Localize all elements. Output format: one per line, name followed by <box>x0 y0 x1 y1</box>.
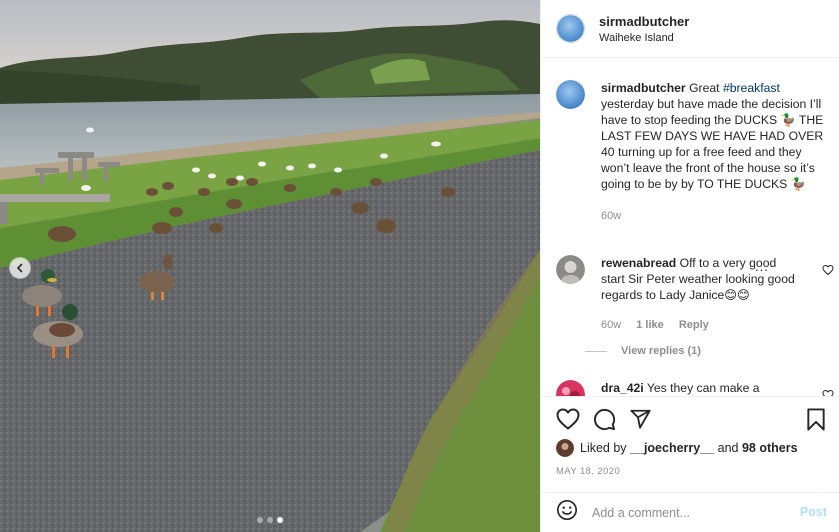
post-side-panel: sirmadbutcher Waiheke Island sirmadbutch… <box>540 0 839 532</box>
likes-others[interactable]: 98 others <box>742 441 798 455</box>
liker-avatar[interactable] <box>556 439 574 457</box>
carousel-dot <box>277 517 283 523</box>
comment-username[interactable]: dra_42i <box>601 381 644 395</box>
chevron-left-icon <box>17 263 23 273</box>
comment-input[interactable] <box>592 505 772 520</box>
comment-username[interactable]: rewenabread <box>601 256 676 270</box>
caption: sirmadbutcher Great #breakfast yesterday… <box>556 80 834 224</box>
caption-avatar[interactable] <box>556 80 585 109</box>
caption-age[interactable]: 60w <box>601 210 621 222</box>
author-username[interactable]: sirmadbutcher <box>599 14 689 29</box>
comments-list[interactable]: sirmadbutcher Great #breakfast yesterday… <box>541 59 839 396</box>
post-comment-button[interactable]: Post <box>800 505 827 519</box>
carousel-previous-button[interactable] <box>9 257 31 279</box>
add-comment-bar: Post <box>541 492 839 532</box>
comment-like-icon[interactable] <box>822 263 834 281</box>
view-replies[interactable]: View replies (1) <box>585 345 701 357</box>
likes-middle: and <box>717 441 739 455</box>
comment-avatar[interactable] <box>556 255 585 284</box>
reply-button[interactable]: Reply <box>679 319 709 331</box>
comment-item: rewenabread Off to a very good start Sir… <box>556 255 834 333</box>
caption-username[interactable]: sirmadbutcher <box>601 81 686 95</box>
comment-age[interactable]: 60w <box>601 319 621 331</box>
replies-divider <box>585 350 607 352</box>
liker-username[interactable]: __joecherry__ <box>630 441 714 455</box>
likes-summary: Liked by __joecherry__ and 98 others <box>556 439 798 457</box>
post-header: sirmadbutcher Waiheke Island <box>541 0 839 58</box>
carousel-dot <box>257 517 263 523</box>
comment-like-icon[interactable] <box>822 388 834 396</box>
emoji-icon[interactable] <box>556 499 578 526</box>
heart-icon[interactable] <box>555 406 581 432</box>
comment-text: Yes they can make a <box>646 381 760 395</box>
author-avatar[interactable] <box>556 14 585 43</box>
carousel-indicator <box>0 517 540 523</box>
post-actions: Liked by __joecherry__ and 98 others MAY… <box>541 396 839 492</box>
post-photo[interactable] <box>0 0 540 532</box>
comment-avatar[interactable] <box>556 380 585 396</box>
ducks-photo <box>0 0 540 532</box>
caption-hashtag-link[interactable]: #breakfast <box>723 81 780 95</box>
carousel-dot <box>267 517 273 523</box>
instagram-post: sirmadbutcher Waiheke Island sirmadbutch… <box>0 0 839 532</box>
bookmark-icon[interactable] <box>803 406 829 432</box>
post-date[interactable]: MAY 18, 2020 <box>556 466 620 477</box>
likes-prefix: Liked by <box>580 441 627 455</box>
post-location[interactable]: Waiheke Island <box>599 32 689 44</box>
caption-text: yesterday but have made the decision I’l… <box>601 97 824 191</box>
caption-text-pre: Great <box>689 81 723 95</box>
paper-plane-icon[interactable] <box>627 406 653 432</box>
comment-likes[interactable]: 1 like <box>636 319 664 331</box>
comment-bubble-icon[interactable] <box>591 406 617 432</box>
more-options-icon[interactable]: ... <box>755 259 769 274</box>
view-replies-label[interactable]: View replies (1) <box>621 345 701 357</box>
comment-item: dra_42i Yes they can make a <box>556 380 834 396</box>
